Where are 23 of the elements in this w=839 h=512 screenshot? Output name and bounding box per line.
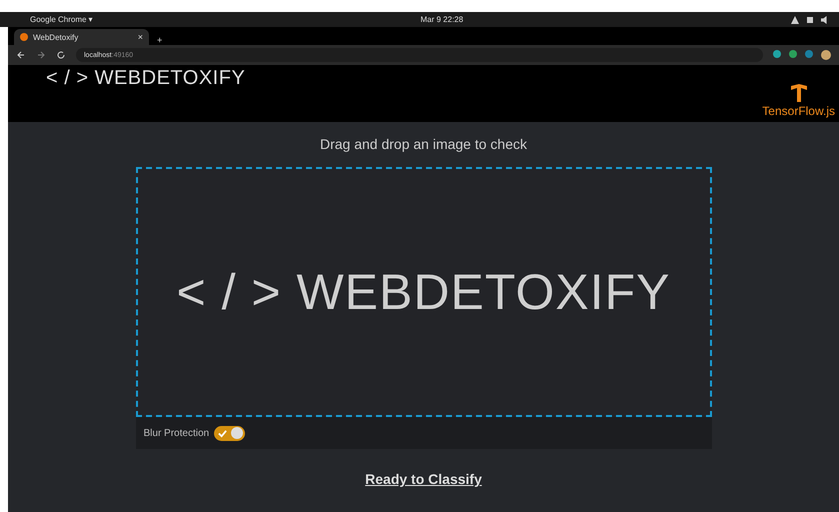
logo: < / > WEBDETOXIFY [46,66,246,91]
back-icon [16,50,26,60]
reload-icon [56,50,66,60]
status-text: Ready to Classify [365,471,482,487]
favicon-icon [20,33,28,41]
tensorflow-logo-icon [790,84,807,102]
tab-close-button[interactable]: × [138,32,143,42]
blur-protection-label: Blur Protection [144,428,210,438]
check-icon [218,428,228,438]
clock: Mar 9 22:28 [420,15,464,24]
network-icon [791,16,799,24]
avatar-icon [821,50,831,60]
volume-icon [821,16,829,24]
tensorflow-label: TensorFlow.js [762,104,835,118]
drop-prompt: Drag and drop an image to check [320,136,527,152]
forward-icon [36,50,46,60]
app-menu[interactable]: Google Chrome ▾ [30,15,93,24]
blur-protection-toggle[interactable] [214,426,246,440]
browser-tab[interactable]: WebDetoxify × [14,29,149,45]
image-text: < / > WEBDETOXIFY [176,263,670,321]
drop-zone[interactable]: < / > WEBDETOXIFY [136,167,712,417]
tab-title: WebDetoxify [33,32,80,42]
new-tab-button[interactable]: + [157,35,162,45]
